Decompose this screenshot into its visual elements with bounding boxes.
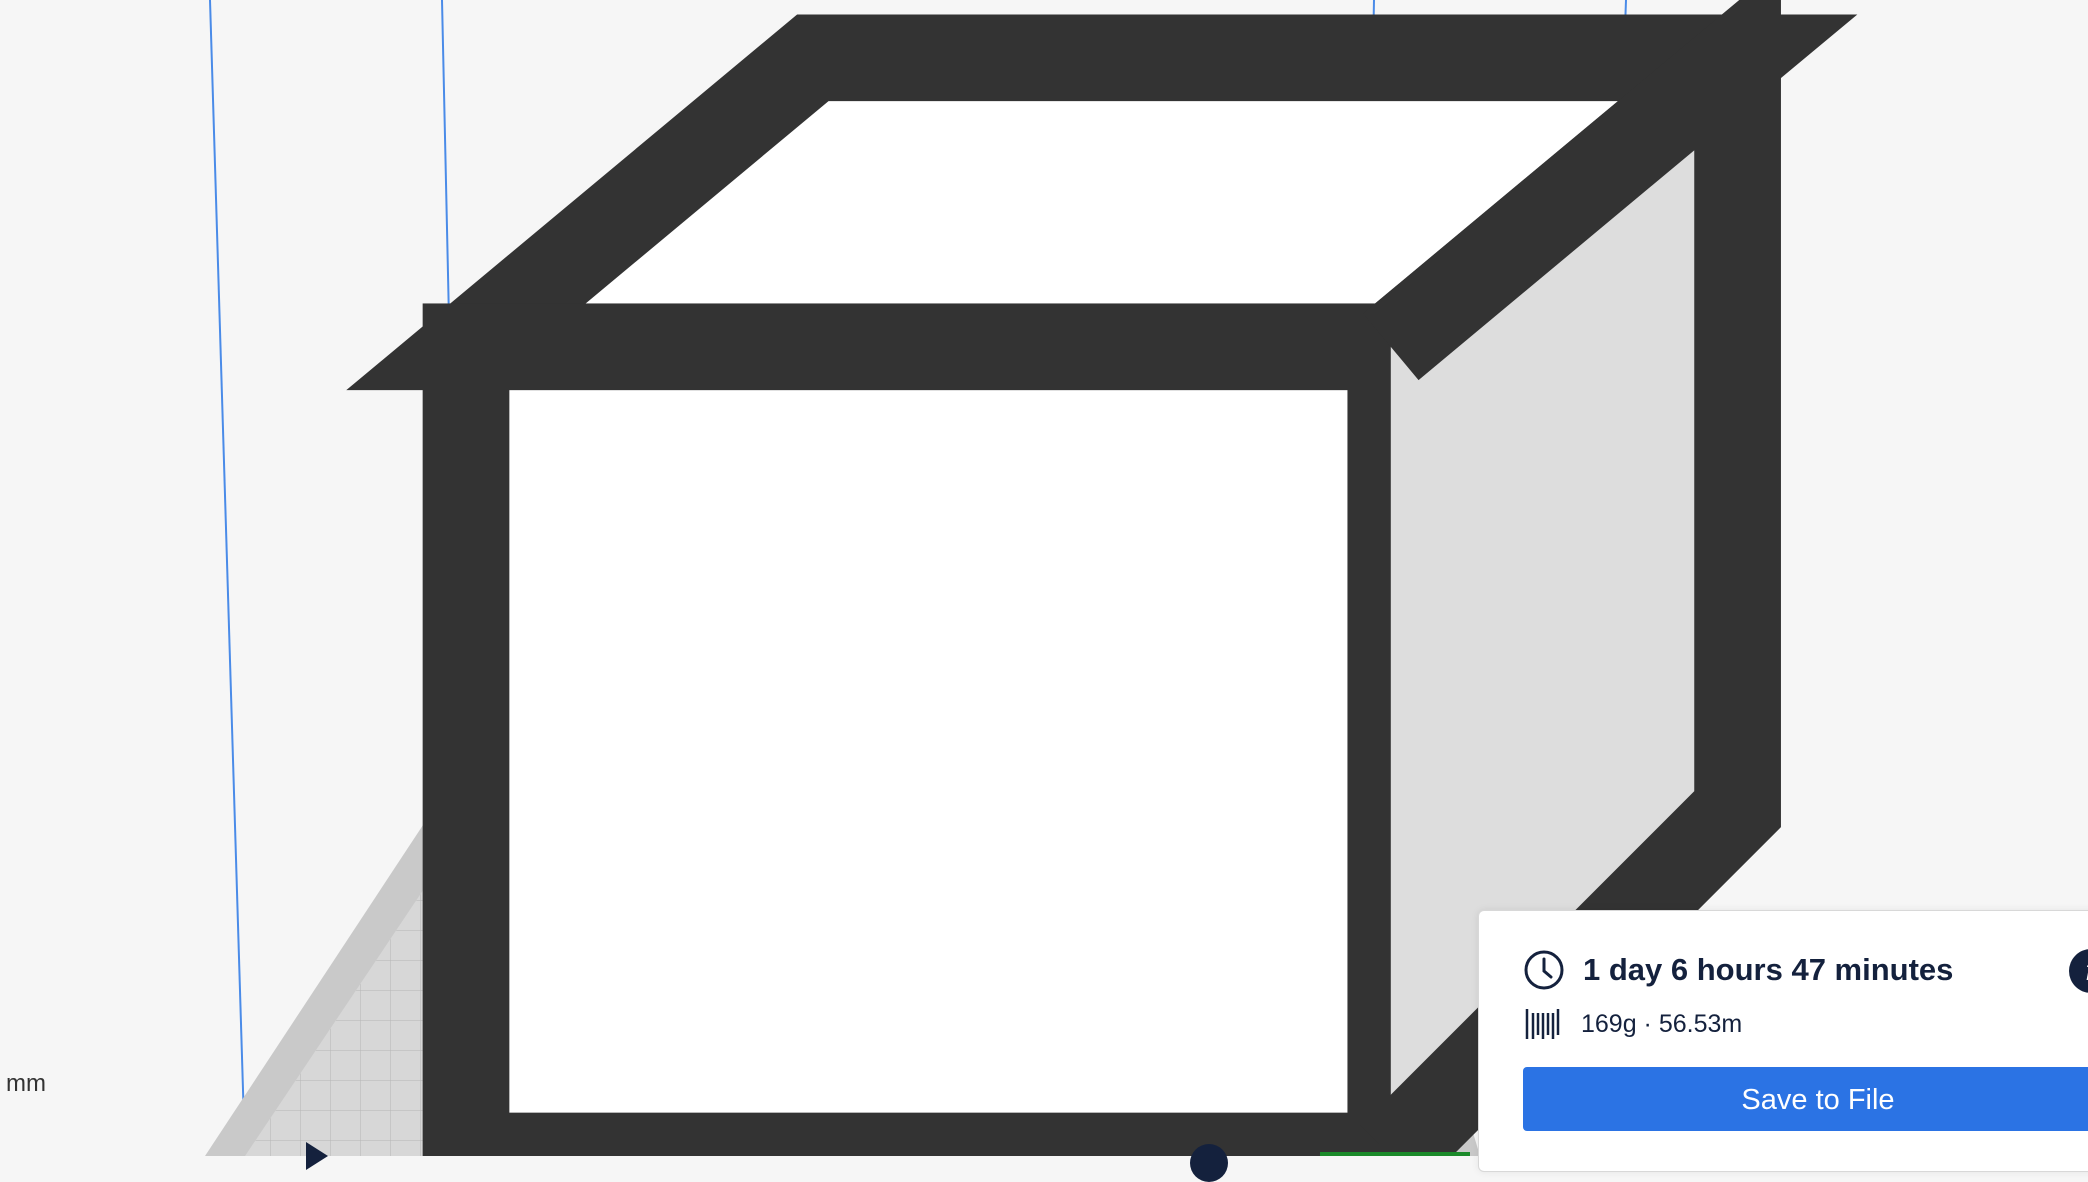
spool-icon — [1525, 1009, 1560, 1039]
clock-icon — [1524, 950, 1564, 990]
material-usage: 169g · 56.53m — [1581, 1009, 1743, 1038]
print-time-row: 1 day 6 hours 47 minutes — [1523, 949, 1953, 991]
layer-slider-handle[interactable] — [1190, 1144, 1228, 1182]
info-icon[interactable]: i — [2069, 949, 2088, 993]
print-time: 1 day 6 hours 47 minutes — [1583, 952, 1954, 987]
material-usage-row: 169g · 56.53m — [1523, 1005, 1742, 1043]
print-estimate-panel: 1 day 6 hours 47 minutes i 169g · 56.53m… — [1478, 910, 2088, 1172]
layer-slider[interactable] — [1190, 1144, 1470, 1182]
save-to-file-button[interactable]: Save to File — [1523, 1067, 2088, 1131]
layer-slider-track[interactable] — [1320, 1152, 1470, 1156]
play-icon[interactable] — [306, 1142, 328, 1170]
